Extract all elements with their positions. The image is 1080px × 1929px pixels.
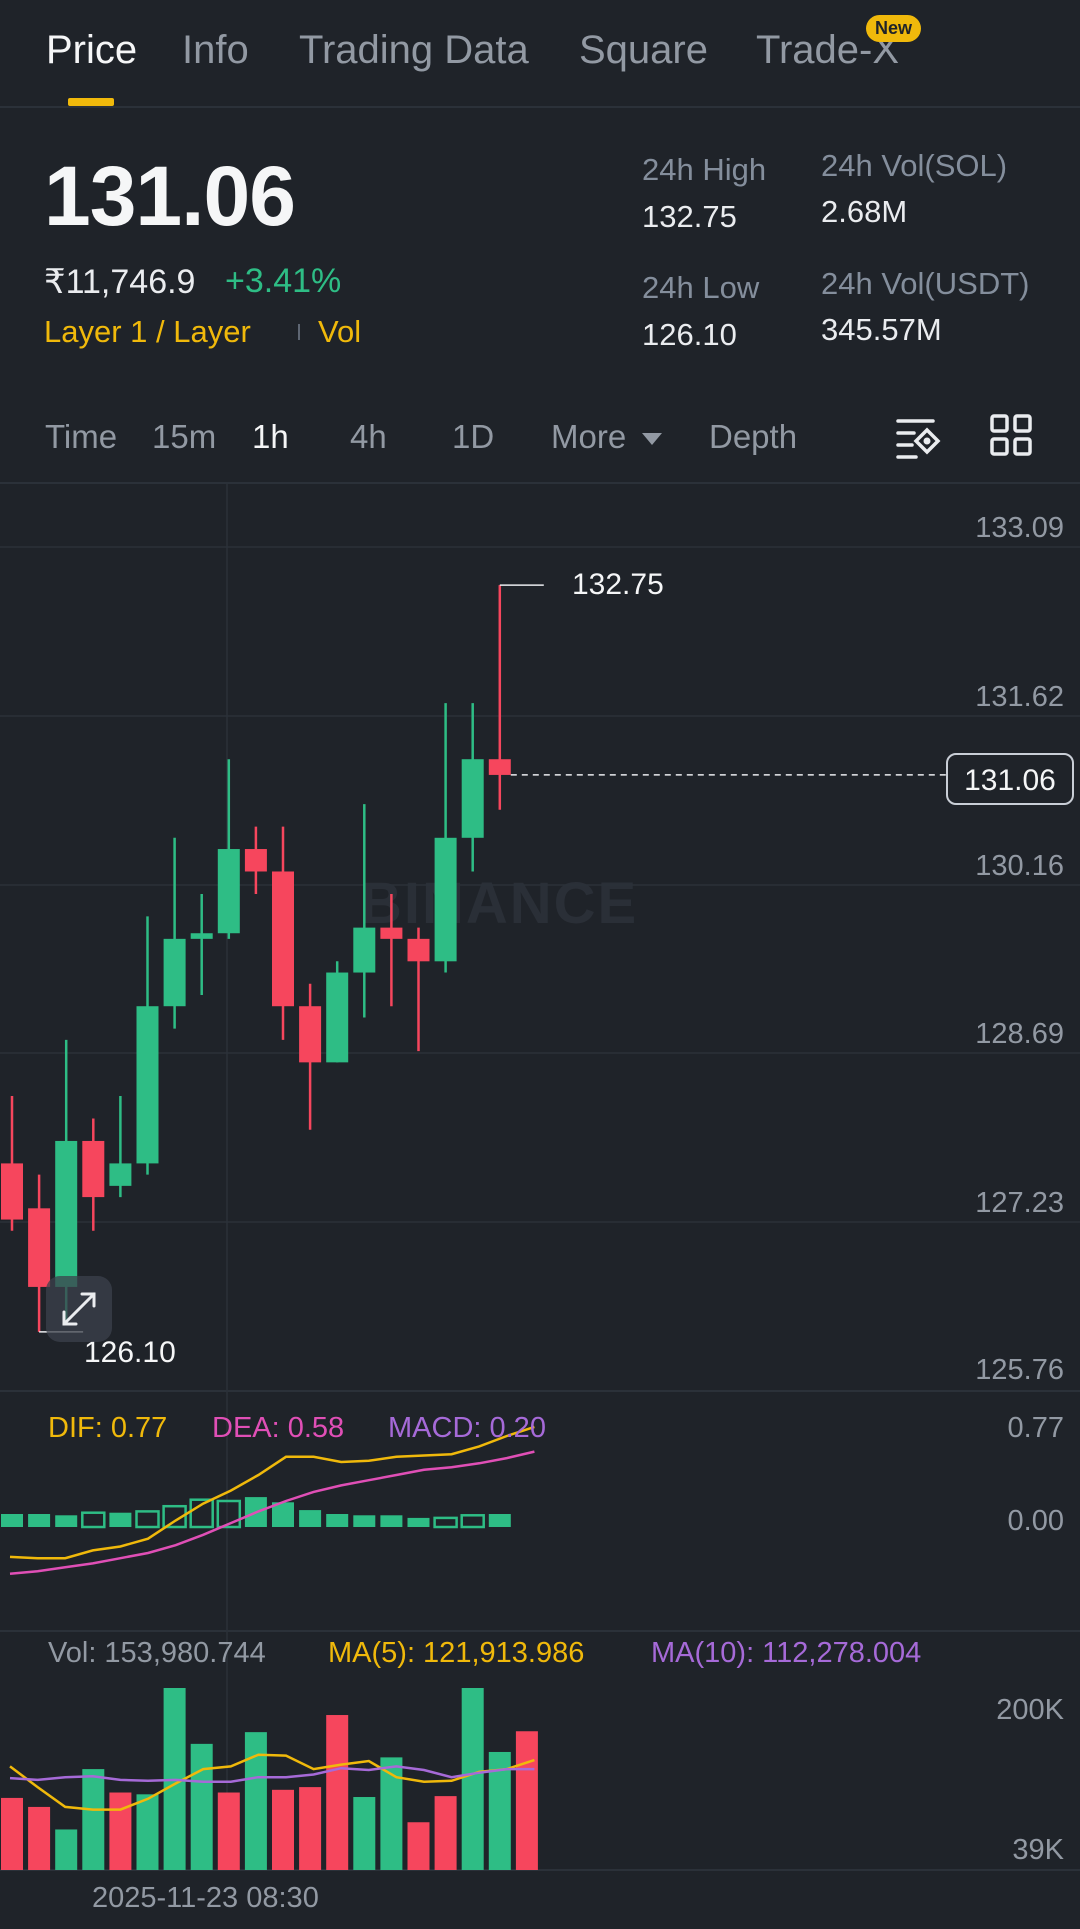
price-axis-tick: 131.62	[975, 681, 1064, 713]
candle-body	[380, 927, 403, 939]
current-price-label[interactable]: 131.06	[946, 753, 1074, 805]
dif-line	[9, 1425, 535, 1560]
volume-bar	[82, 1769, 105, 1870]
volume-bar	[326, 1715, 349, 1870]
vol-axis-tick: 200K	[996, 1694, 1064, 1726]
macd-axis-tick: 0.00	[1007, 1505, 1064, 1537]
dea-legend: DEA: 0.58	[212, 1412, 345, 1444]
volume-bar	[434, 1796, 457, 1870]
candle-body	[461, 759, 484, 838]
candle-body	[244, 849, 267, 872]
macd-histogram-bar	[433, 1516, 458, 1529]
volume-bar	[55, 1829, 78, 1870]
dif-legend: DIF: 0.77	[48, 1412, 168, 1444]
macd-histogram-bar	[135, 1510, 160, 1529]
price-axis-tick: 133.09	[975, 512, 1064, 544]
volume-bar	[244, 1732, 267, 1870]
volume-bar	[136, 1794, 159, 1870]
candle-body	[82, 1140, 105, 1198]
candle-body	[272, 871, 294, 1007]
candle-body	[299, 1006, 322, 1063]
candle-body	[488, 759, 511, 775]
macd-histogram-bar	[407, 1517, 430, 1527]
candle-body	[55, 1140, 78, 1287]
volume-bar	[407, 1822, 430, 1870]
price-axis-tick: 127.23	[975, 1187, 1064, 1219]
candle-body	[434, 837, 457, 962]
candle-body	[190, 933, 213, 939]
volume-bar	[28, 1806, 51, 1870]
vol-ma5-legend: MA(5): 121,913.986	[328, 1637, 585, 1669]
macd-histogram-bar	[326, 1514, 349, 1527]
macd-histogram-bar	[460, 1514, 485, 1529]
macd-histogram-bar	[81, 1511, 106, 1529]
macd-axis-tick: 0.77	[1007, 1412, 1064, 1444]
macd-legend: MACD: 0.20	[388, 1412, 546, 1444]
high-price-marker: 132.75	[572, 568, 664, 601]
expand-button[interactable]	[46, 1276, 112, 1342]
volume-bar	[461, 1688, 484, 1870]
macd-histogram-bar	[109, 1512, 132, 1527]
candle-body	[217, 849, 240, 934]
macd-histogram-bar	[353, 1515, 376, 1527]
time-axis-label: 2025-11-23 08:30	[92, 1882, 319, 1914]
candle-body	[109, 1163, 132, 1186]
macd-histogram-bar	[28, 1514, 51, 1527]
macd-histogram-bar	[299, 1510, 322, 1527]
price-axis-tick: 128.69	[975, 1018, 1064, 1050]
vol-axis-tick: 39K	[1012, 1834, 1064, 1866]
expand-icon	[62, 1292, 96, 1326]
macd-histogram-bar	[55, 1515, 78, 1527]
candle-body	[136, 1006, 159, 1164]
price-axis-tick: 125.76	[975, 1354, 1064, 1386]
volume-bar	[299, 1787, 322, 1870]
price-axis-tick: 130.16	[975, 850, 1064, 882]
volume-bar	[353, 1797, 376, 1870]
macd-histogram-bar	[380, 1515, 403, 1527]
vol-ma10-legend: MA(10): 112,278.004	[651, 1637, 922, 1669]
macd-histogram-bar	[488, 1514, 511, 1527]
candle-body	[326, 972, 349, 1063]
candle-body	[407, 938, 430, 962]
candle-body	[353, 927, 376, 973]
vol-legend: Vol: 153,980.744	[48, 1637, 266, 1669]
candle-body	[1, 1163, 23, 1220]
volume-bar	[190, 1743, 213, 1870]
macd-histogram-bar	[1, 1514, 23, 1527]
volume-bar	[272, 1789, 294, 1870]
candle-body	[163, 938, 186, 1007]
volume-bar	[515, 1731, 538, 1870]
volume-bar	[1, 1797, 23, 1870]
volume-bar	[217, 1792, 240, 1870]
volume-bar	[109, 1792, 132, 1870]
